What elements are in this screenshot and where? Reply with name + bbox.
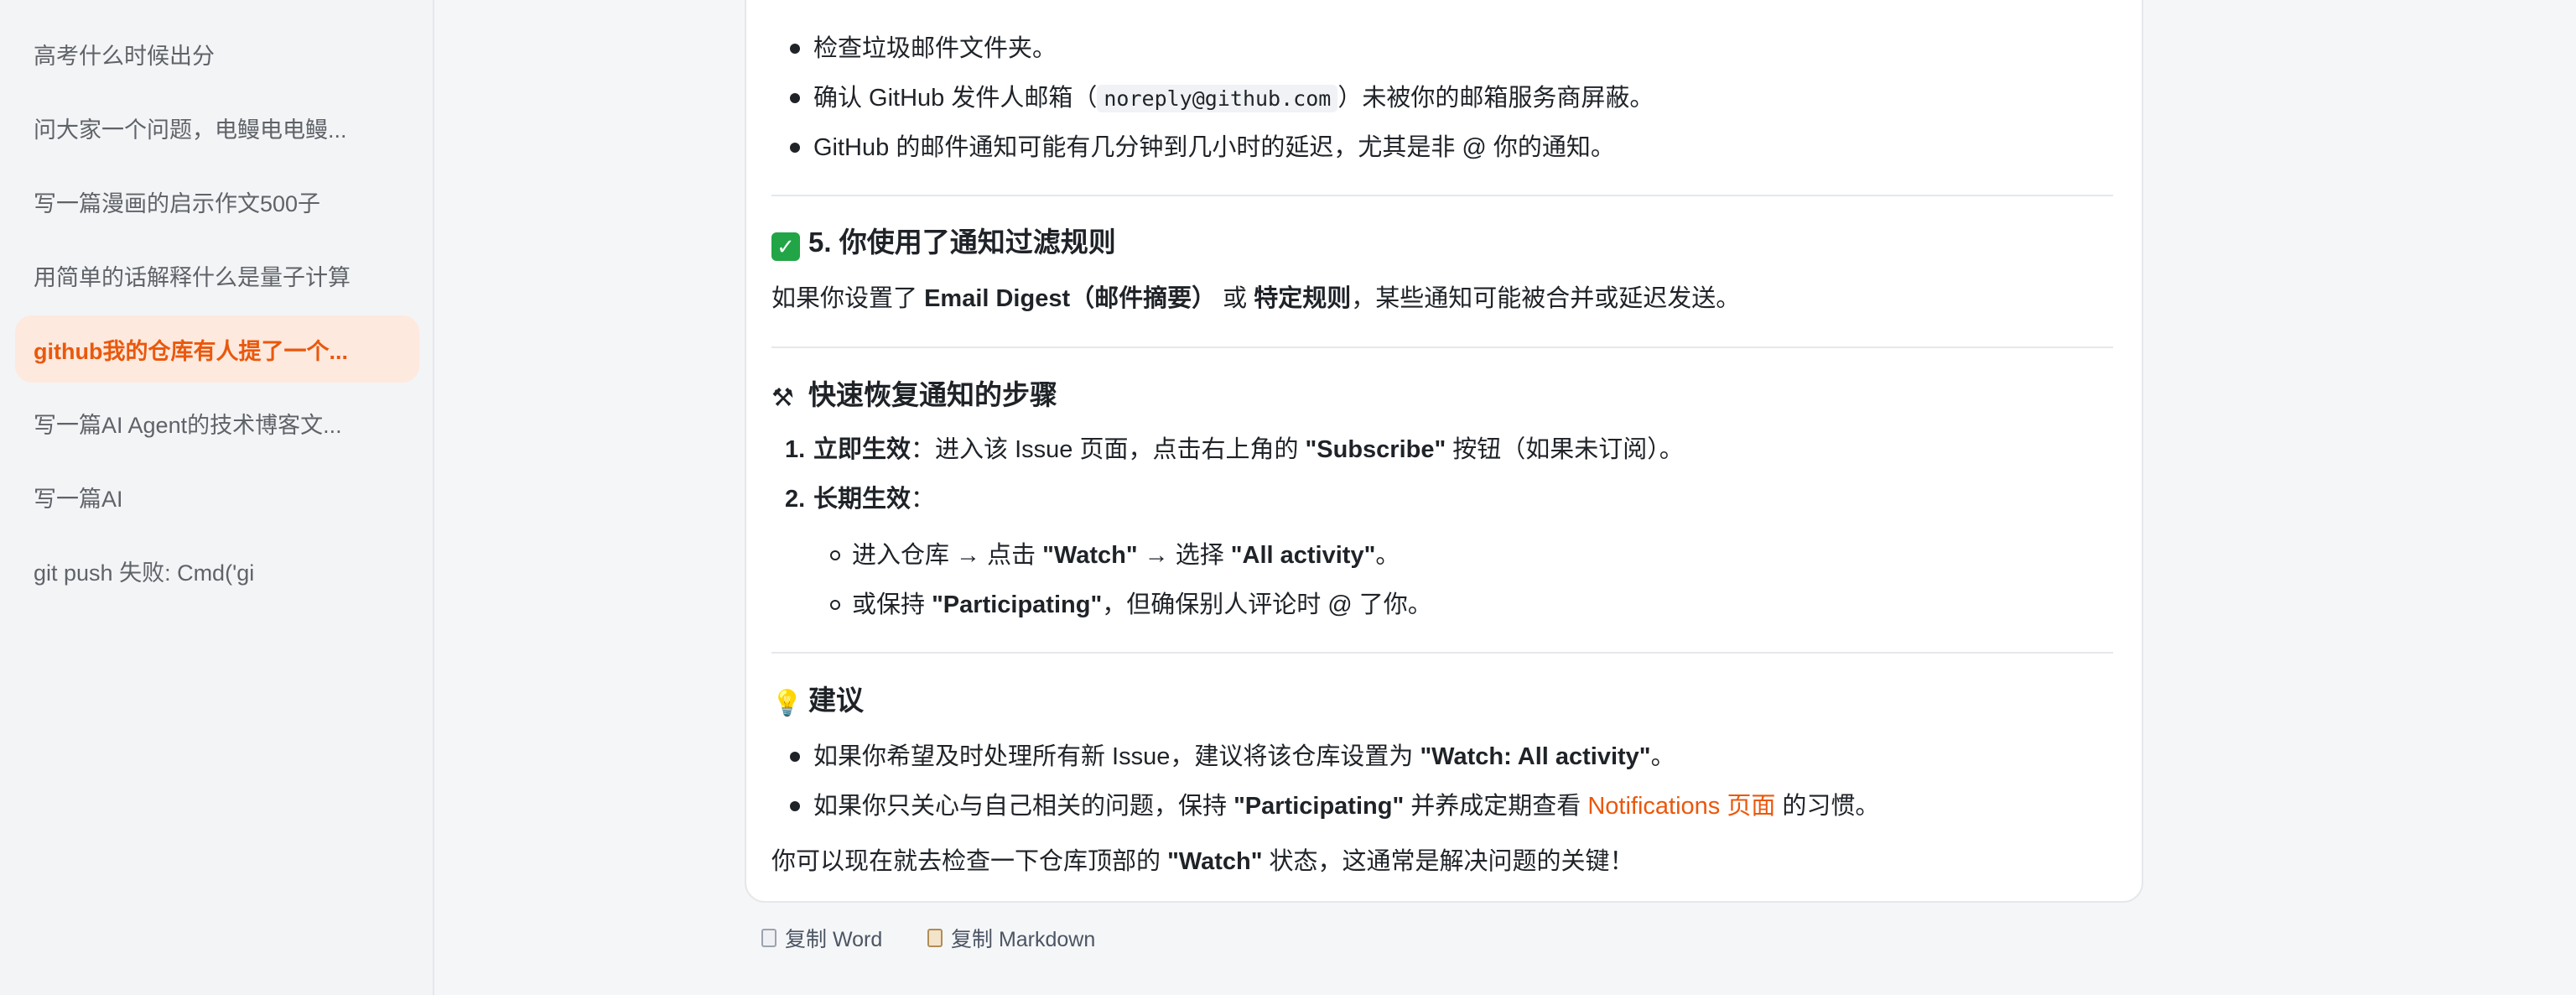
- closing-paragraph: 你可以现在就去检查一下仓库顶部的 "Watch" 状态，这通常是解决问题的关键！: [771, 848, 1634, 875]
- sidebar-item-chat-active[interactable]: github我的仓库有人提了一个...: [15, 315, 419, 383]
- divider: [771, 195, 2113, 196]
- sidebar-item-chat-3[interactable]: 写一篇漫画的启示作文500子: [15, 168, 419, 235]
- sidebar-item-chat-4[interactable]: 用简单的话解释什么是量子计算: [15, 242, 419, 309]
- step-number: 2.: [785, 486, 806, 513]
- sidebar-item-label: 写一篇漫画的启示作文500子: [34, 190, 321, 216]
- advice-participating: 如果你只关心与自己相关的问题，保持 "Participating" 并养成定期查…: [813, 793, 1880, 820]
- sidebar-item-label: 用简单的话解释什么是量子计算: [34, 264, 351, 290]
- section-heading-advice: 💡 建议: [771, 682, 864, 722]
- sidebar-item-chat-2[interactable]: 问大家一个问题，电鳗电电鳗...: [15, 94, 419, 161]
- light-bulb-icon: 💡: [771, 690, 803, 717]
- sidebar: 高考什么时候出分 问大家一个问题，电鳗电电鳗... 写一篇漫画的启示作文500子…: [0, 0, 434, 995]
- sidebar-item-label: 高考什么时候出分: [34, 43, 215, 69]
- sidebar-item-chat-7[interactable]: 写一篇AI: [15, 463, 419, 530]
- bullet-delay: GitHub 的邮件通知可能有几分钟到几小时的延迟，尤其是非 @ 你的通知。: [813, 134, 1615, 161]
- sidebar-item-label: 写一篇AI Agent的技术博客文...: [34, 412, 342, 438]
- chat-main: 检查垃圾邮件文件夹。 确认 GitHub 发件人邮箱（ noreply@githu…: [434, 0, 2576, 995]
- section-heading-steps: ⚒ 快速恢复通知的步骤: [771, 377, 1057, 417]
- bullet-dot: [790, 801, 800, 811]
- sidebar-item-label: git push 失败: Cmd('gi: [34, 560, 255, 586]
- sub-bullet-dot: [830, 600, 840, 610]
- sidebar-item-chat-1[interactable]: 高考什么时候出分: [15, 20, 419, 87]
- bullet-dot: [790, 752, 800, 762]
- step-number: 1.: [785, 436, 806, 463]
- bullet-spam-folder: 检查垃圾邮件文件夹。: [813, 35, 1057, 62]
- check-mark-icon: ✓: [771, 232, 800, 261]
- sub-bullet-dot: [830, 550, 840, 560]
- copy-word-button[interactable]: 复制 Word: [761, 921, 882, 955]
- sidebar-item-label: github我的仓库有人提了一个...: [34, 338, 348, 364]
- document-icon: [761, 929, 776, 947]
- step-immediate: 立即生效：进入该 Issue 页面，点击右上角的 "Subscribe" 按钮（…: [813, 436, 1684, 463]
- step-long-term: 长期生效：: [813, 486, 936, 513]
- sidebar-item-chat-8[interactable]: git push 失败: Cmd('gi: [15, 537, 419, 604]
- copy-markdown-button[interactable]: 复制 Markdown: [927, 921, 1095, 955]
- inline-code-email: noreply@github.com: [1097, 85, 1338, 112]
- tools-icon: ⚒: [771, 384, 794, 412]
- sidebar-item-label: 写一篇AI: [34, 486, 123, 512]
- clipboard-icon: [927, 929, 943, 947]
- notifications-page-link[interactable]: Notifications 页面: [1587, 793, 1775, 820]
- sidebar-item-label: 问大家一个问题，电鳗电电鳗...: [34, 117, 347, 143]
- sub-step-participating: 或保持 "Participating"，但确保别人评论时 @ 了你。: [852, 591, 1432, 618]
- sub-step-watch: 进入仓库 → 点击 "Watch" → 选择 "All activity"。: [852, 542, 1400, 569]
- section-heading-filter-rules: ✓ 5. 你使用了通知过滤规则: [771, 224, 1116, 261]
- advice-watch-all: 如果你希望及时处理所有新 Issue，建议将该仓库设置为 "Watch: All…: [813, 743, 1675, 770]
- bullet-sender-email: 确认 GitHub 发件人邮箱（ noreply@github.com ）未被你的邮…: [813, 85, 1654, 112]
- section-filter-paragraph: 如果你设置了 Email Digest（邮件摘要） 或 特定规则，某些通知可能被…: [771, 285, 1741, 312]
- bullet-dot: [790, 44, 800, 54]
- divider: [771, 346, 2113, 348]
- bullet-dot: [790, 143, 800, 153]
- divider: [771, 652, 2113, 654]
- sidebar-item-chat-6[interactable]: 写一篇AI Agent的技术博客文...: [15, 389, 419, 456]
- bullet-dot: [790, 93, 800, 103]
